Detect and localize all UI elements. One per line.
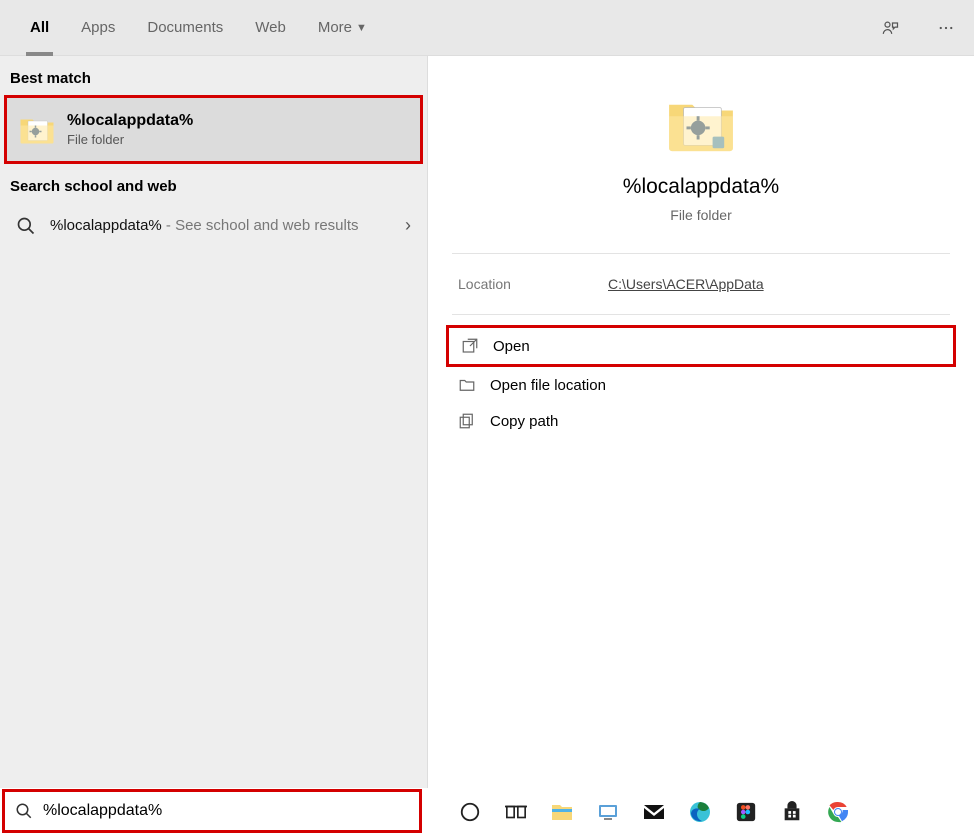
taskbar-app-icon[interactable] [592, 796, 624, 828]
feedback-icon[interactable] [872, 10, 908, 46]
best-match-subtitle: File folder [67, 132, 193, 147]
taskbar-figma-icon[interactable] [730, 796, 762, 828]
taskbar-mail-icon[interactable] [638, 796, 670, 828]
location-row: Location C:\Users\ACER\AppData [428, 254, 974, 314]
search-box[interactable] [2, 789, 422, 833]
preview-pane: %localappdata% File folder Location C:\U… [428, 56, 974, 788]
folder-location-icon [458, 376, 476, 394]
tab-more-label: More [318, 19, 352, 36]
folder-icon [19, 115, 55, 145]
taskbar-chrome-icon[interactable] [822, 796, 854, 828]
action-open-location-label: Open file location [490, 377, 606, 394]
taskbar-edge-icon[interactable] [684, 796, 716, 828]
best-match-title: %localappdata% [67, 112, 193, 130]
taskbar-taskview-icon[interactable] [500, 796, 532, 828]
action-copy-path[interactable]: Copy path [446, 403, 956, 439]
action-open-file-location[interactable]: Open file location [446, 367, 956, 403]
search-filter-tabs: All Apps Documents Web More ▼ [0, 0, 974, 56]
search-input[interactable] [43, 802, 409, 820]
tab-documents[interactable]: Documents [131, 0, 239, 56]
action-open[interactable]: Open [446, 325, 956, 367]
best-match-header: Best match [0, 56, 427, 95]
location-label: Location [458, 276, 608, 292]
preview-subtitle: File folder [448, 207, 954, 223]
taskbar [0, 788, 974, 836]
taskbar-store-icon[interactable] [776, 796, 808, 828]
open-icon [461, 337, 479, 355]
action-open-label: Open [493, 338, 530, 355]
web-search-result[interactable]: %localappdata% - See school and web resu… [0, 203, 427, 248]
copy-icon [458, 412, 476, 430]
preview-title: %localappdata% [448, 175, 954, 199]
more-options-icon[interactable] [928, 10, 964, 46]
web-result-text: %localappdata% - See school and web resu… [50, 215, 391, 236]
folder-icon-large [666, 96, 736, 154]
tab-apps[interactable]: Apps [65, 0, 131, 56]
tab-more[interactable]: More ▼ [302, 0, 383, 56]
chevron-right-icon: › [405, 215, 411, 236]
action-copy-path-label: Copy path [490, 413, 558, 430]
location-path[interactable]: C:\Users\ACER\AppData [608, 276, 764, 292]
web-result-hint: - See school and web results [162, 217, 359, 234]
search-icon [16, 216, 36, 236]
chevron-down-icon: ▼ [356, 22, 367, 34]
tab-web[interactable]: Web [239, 0, 302, 56]
actions-list: Open Open file location Copy path [428, 315, 974, 449]
search-icon [15, 802, 33, 820]
taskbar-explorer-icon[interactable] [546, 796, 578, 828]
web-result-query: %localappdata% [50, 217, 162, 234]
tab-all[interactable]: All [14, 0, 65, 56]
taskbar-cortana-icon[interactable] [454, 796, 486, 828]
results-pane: Best match %localappdata% File folder Se… [0, 56, 428, 788]
search-web-header: Search school and web [0, 164, 427, 203]
best-match-result[interactable]: %localappdata% File folder [4, 95, 423, 164]
